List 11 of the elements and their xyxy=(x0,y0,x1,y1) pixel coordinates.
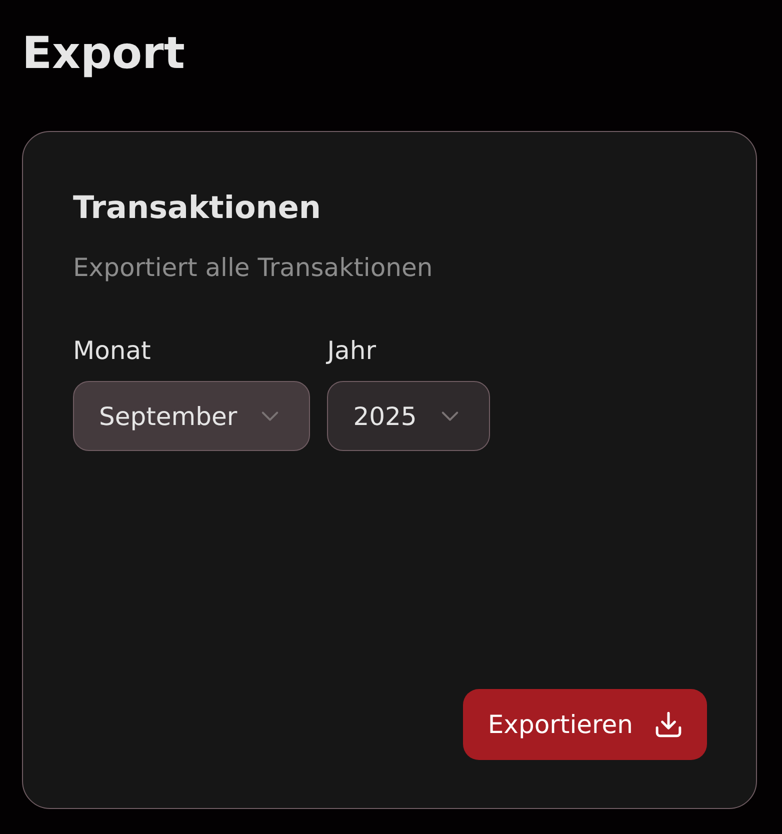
field-label: Jahr xyxy=(327,335,376,367)
chevron-down-icon xyxy=(440,410,459,422)
card-title: Transaktionen xyxy=(73,189,321,228)
dropdown-select[interactable]: 2025 xyxy=(327,381,490,451)
export-button[interactable]: Exportieren xyxy=(462,689,707,760)
page-title: Export xyxy=(22,27,185,81)
field-label: Monat xyxy=(73,335,151,367)
dropdown-select[interactable]: September xyxy=(73,381,310,451)
card-description: Exportiert alle Transaktionen xyxy=(73,252,433,284)
chevron-down-icon xyxy=(261,410,280,422)
download-icon xyxy=(655,711,682,738)
